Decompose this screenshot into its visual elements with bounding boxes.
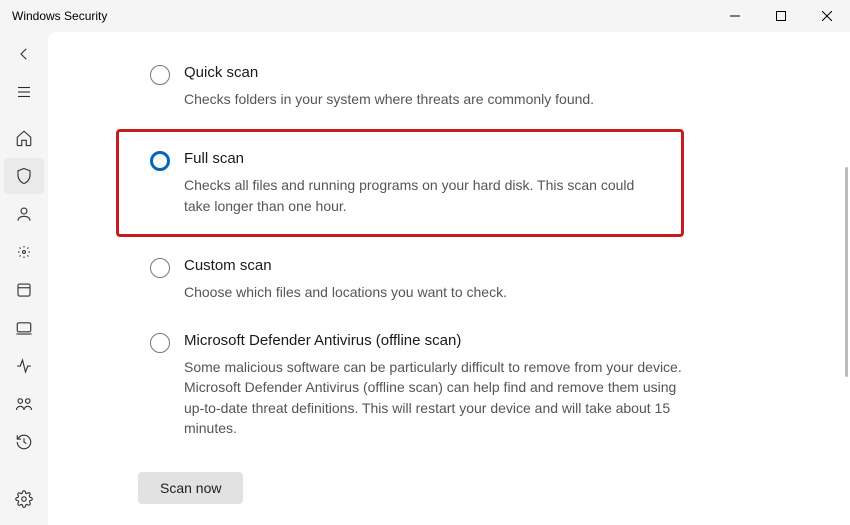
option-title: Microsoft Defender Antivirus (offline sc… — [184, 332, 776, 349]
option-title: Quick scan — [184, 64, 776, 81]
option-desc: Checks folders in your system where thre… — [184, 89, 684, 109]
nav-family-options[interactable] — [4, 386, 44, 422]
nav-account-protection[interactable] — [4, 196, 44, 232]
radio-offline[interactable] — [150, 333, 170, 353]
radio-custom[interactable] — [150, 258, 170, 278]
scan-option-quick[interactable]: Quick scan Checks folders in your system… — [136, 54, 790, 119]
window-controls — [712, 0, 850, 32]
radio-full[interactable] — [150, 151, 170, 171]
sidebar — [0, 32, 48, 525]
maximize-button[interactable] — [758, 0, 804, 32]
nav-device-security[interactable] — [4, 310, 44, 346]
option-desc: Choose which files and locations you wan… — [184, 282, 684, 302]
nav-firewall[interactable] — [4, 234, 44, 270]
scan-option-full[interactable]: Full scan Checks all files and running p… — [116, 129, 684, 237]
scan-now-button[interactable]: Scan now — [138, 472, 243, 504]
close-button[interactable] — [804, 0, 850, 32]
main-area: Quick scan Checks folders in your system… — [0, 32, 850, 525]
option-title: Custom scan — [184, 257, 776, 274]
back-button[interactable] — [4, 36, 44, 72]
nav-virus-protection[interactable] — [4, 158, 44, 194]
scan-option-offline[interactable]: Microsoft Defender Antivirus (offline sc… — [136, 322, 790, 448]
option-title: Full scan — [184, 150, 641, 167]
nav-home[interactable] — [4, 120, 44, 156]
menu-button[interactable] — [4, 74, 44, 110]
option-desc: Checks all files and running programs on… — [184, 175, 641, 216]
option-desc: Some malicious software can be particula… — [184, 357, 684, 438]
radio-quick[interactable] — [150, 65, 170, 85]
nav-device-performance[interactable] — [4, 348, 44, 384]
scan-option-custom[interactable]: Custom scan Choose which files and locat… — [136, 247, 790, 312]
window-title: Windows Security — [12, 9, 712, 23]
minimize-button[interactable] — [712, 0, 758, 32]
content-panel: Quick scan Checks folders in your system… — [48, 32, 850, 525]
nav-settings[interactable] — [4, 481, 44, 517]
scrollbar-thumb[interactable] — [845, 167, 848, 377]
titlebar: Windows Security — [0, 0, 850, 32]
nav-app-browser[interactable] — [4, 272, 44, 308]
nav-protection-history[interactable] — [4, 424, 44, 460]
